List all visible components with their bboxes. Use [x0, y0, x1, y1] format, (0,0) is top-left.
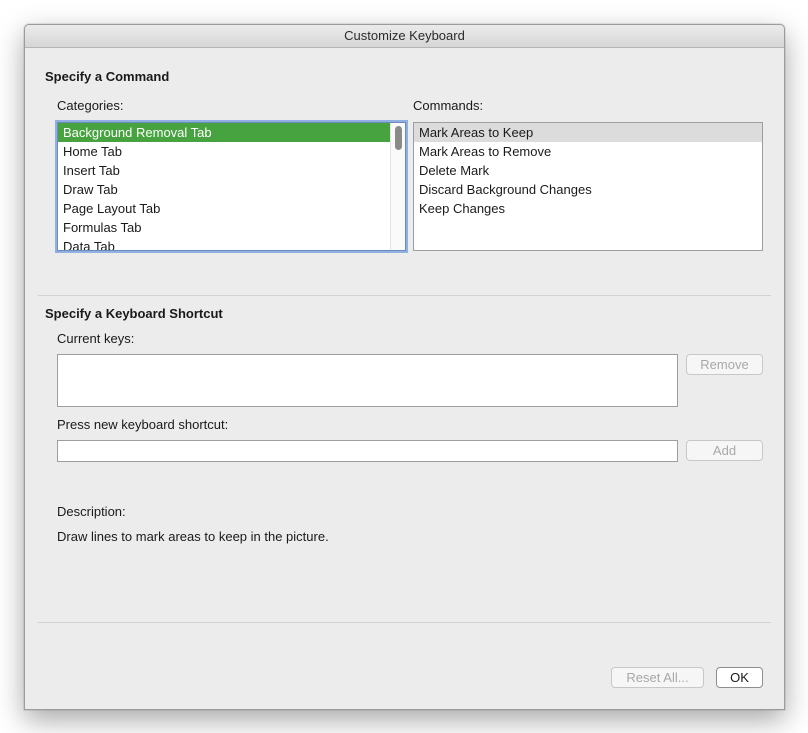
categories-scroll-thumb[interactable] [395, 126, 402, 150]
section-divider [38, 295, 771, 296]
remove-button[interactable]: Remove [686, 354, 763, 375]
description-label: Description: [57, 504, 126, 519]
footer-divider [38, 622, 771, 623]
specify-command-heading: Specify a Command [45, 69, 170, 84]
window-title: Customize Keyboard [25, 25, 784, 48]
reset-all-button[interactable]: Reset All... [611, 667, 704, 688]
category-list-item[interactable]: Insert Tab [58, 161, 405, 180]
current-keys-list[interactable] [57, 354, 678, 407]
command-list-item[interactable]: Discard Background Changes [414, 180, 762, 199]
category-list-item[interactable]: Background Removal Tab [58, 123, 405, 142]
command-list-item[interactable]: Delete Mark [414, 161, 762, 180]
categories-label: Categories: [57, 98, 124, 113]
categories-listbox[interactable]: Background Removal Tab Home Tab Insert Tab… [57, 122, 406, 251]
new-shortcut-label: Press new keyboard shortcut: [57, 417, 229, 432]
current-keys-label: Current keys: [57, 331, 135, 346]
add-button[interactable]: Add [686, 440, 763, 461]
description-text: Draw lines to mark areas to keep in the … [57, 529, 329, 544]
ok-button[interactable]: OK [716, 667, 763, 688]
category-list-item[interactable]: Home Tab [58, 142, 405, 161]
category-list-item[interactable]: Formulas Tab [58, 218, 405, 237]
commands-label: Commands: [413, 98, 484, 113]
command-list-item[interactable]: Keep Changes [414, 199, 762, 218]
category-list-item[interactable]: Page Layout Tab [58, 199, 405, 218]
command-list-item[interactable]: Mark Areas to Keep [414, 123, 762, 142]
specify-shortcut-heading: Specify a Keyboard Shortcut [45, 306, 223, 321]
categories-scrollbar[interactable] [390, 123, 405, 250]
command-list-item[interactable]: Mark Areas to Remove [414, 142, 762, 161]
commands-listbox[interactable]: Mark Areas to Keep Mark Areas to Remove De… [413, 122, 763, 251]
customize-keyboard-dialog: Customize Keyboard Specify a Command Cat… [24, 24, 785, 710]
new-shortcut-input[interactable] [57, 440, 678, 462]
category-list-item[interactable]: Data Tab [58, 237, 405, 250]
category-list-item[interactable]: Draw Tab [58, 180, 405, 199]
